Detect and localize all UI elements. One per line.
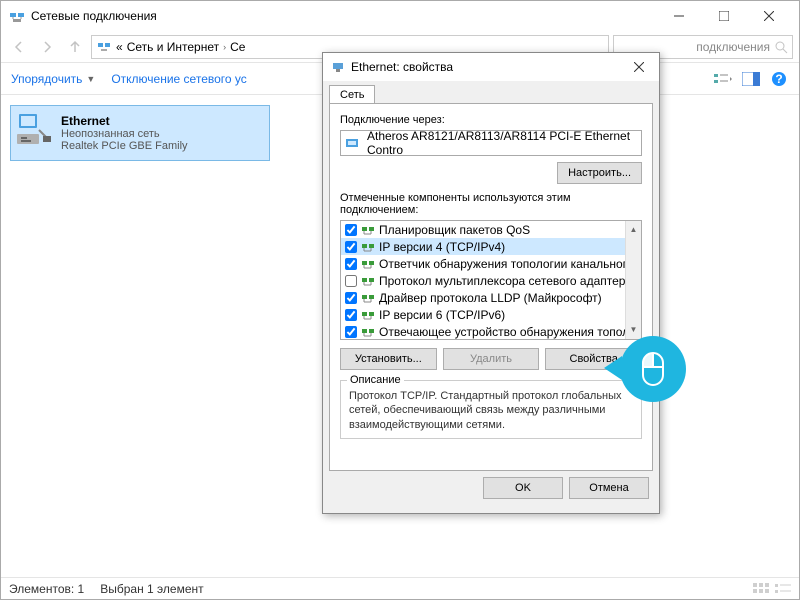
close-button[interactable]: [746, 2, 791, 30]
chevron-right-icon: ›: [223, 42, 226, 52]
component-label: Отвечающее устройство обнаружения тополо…: [379, 325, 641, 339]
breadcrumb-part2[interactable]: Се: [230, 40, 245, 54]
component-label: IP версии 6 (TCP/IPv6): [379, 308, 505, 322]
protocol-icon: [361, 292, 375, 304]
component-checkbox[interactable]: [345, 224, 357, 236]
mouse-hint-callout: [620, 336, 686, 402]
component-checkbox[interactable]: [345, 326, 357, 338]
dialog-close-button[interactable]: [627, 57, 651, 77]
breadcrumb-icon: [96, 39, 112, 55]
cancel-button[interactable]: Отмена: [569, 477, 649, 499]
component-label: Планировщик пакетов QoS: [379, 223, 530, 237]
component-checkbox[interactable]: [345, 292, 357, 304]
adapter-status: Неопознанная сеть: [61, 128, 188, 140]
ethernet-adapter-icon: [15, 110, 55, 150]
dialog-title: Ethernet: свойства: [351, 60, 627, 74]
adapter-device-box: Atheros AR8121/AR8113/AR8114 PCI-E Ether…: [340, 130, 642, 156]
component-checkbox[interactable]: [345, 309, 357, 321]
nic-icon: [345, 135, 361, 151]
component-row[interactable]: Отвечающее устройство обнаружения тополо…: [341, 323, 641, 339]
titlebar: Сетевые подключения: [1, 1, 799, 31]
component-row[interactable]: IP версии 6 (TCP/IPv6): [341, 306, 641, 323]
protocol-icon: [361, 275, 375, 287]
scroll-down-button[interactable]: ▼: [626, 321, 641, 337]
breadcrumb-prefix: «: [116, 40, 123, 54]
window-controls: [656, 2, 791, 30]
view-dropdown[interactable]: [713, 69, 733, 89]
component-label: Протокол мультиплексора сетевого адаптер…: [379, 274, 641, 288]
ethernet-icon: [331, 60, 345, 74]
component-row[interactable]: Планировщик пакетов QoS: [341, 221, 641, 238]
component-label: Драйвер протокола LLDP (Майкрософт): [379, 291, 602, 305]
svg-text:?: ?: [775, 72, 782, 86]
components-list[interactable]: Планировщик пакетов QoS IP версии 4 (TCP/…: [340, 220, 642, 340]
description-legend: Описание: [347, 374, 404, 386]
component-label: Ответчик обнаружения топологии канальног…: [379, 257, 641, 271]
remove-button: Удалить: [443, 348, 540, 370]
component-label: IP версии 4 (TCP/IPv4): [379, 240, 505, 254]
ethernet-properties-dialog: Ethernet: свойства Сеть Подключение чере…: [322, 52, 660, 514]
description-text: Протокол TCP/IP. Стандартный протокол гл…: [349, 389, 633, 432]
breadcrumb-part1[interactable]: Сеть и Интернет: [127, 40, 219, 54]
disable-device-button[interactable]: Отключение сетевого ус: [111, 72, 246, 86]
selection-count: Выбран 1 элемент: [100, 582, 203, 596]
search-icon: [774, 40, 788, 54]
help-button[interactable]: ?: [769, 69, 789, 89]
search-placeholder: подключения: [696, 40, 770, 54]
minimize-button[interactable]: [656, 2, 701, 30]
description-group: Описание Протокол TCP/IP. Стандартный пр…: [340, 380, 642, 439]
adapter-device: Realtek PCIe GBE Family: [61, 140, 188, 152]
adapter-ethernet[interactable]: Ethernet Неопознанная сеть Realtek PCIe …: [10, 105, 270, 161]
window-title: Сетевые подключения: [31, 9, 656, 23]
scroll-up-button[interactable]: ▲: [626, 221, 641, 237]
back-button[interactable]: [7, 35, 31, 59]
adapter-name: Ethernet: [61, 114, 188, 128]
view-large-icon[interactable]: [775, 583, 791, 595]
components-label: Отмеченные компоненты используются этим …: [340, 192, 642, 216]
view-details-icon[interactable]: [753, 583, 769, 595]
protocol-icon: [361, 258, 375, 270]
up-button[interactable]: [63, 35, 87, 59]
install-button[interactable]: Установить...: [340, 348, 437, 370]
scrollbar[interactable]: ▲ ▼: [625, 221, 641, 339]
component-row[interactable]: IP версии 4 (TCP/IPv4): [341, 238, 641, 255]
connect-via-label: Подключение через:: [340, 114, 642, 126]
component-row[interactable]: Протокол мультиплексора сетевого адаптер…: [341, 272, 641, 289]
protocol-icon: [361, 241, 375, 253]
network-icon: [9, 8, 25, 24]
component-row[interactable]: Драйвер протокола LLDP (Майкрософт): [341, 289, 641, 306]
adapter-text: Ethernet Неопознанная сеть Realtek PCIe …: [61, 110, 188, 156]
forward-button[interactable]: [35, 35, 59, 59]
component-checkbox[interactable]: [345, 258, 357, 270]
chevron-down-icon: ▼: [86, 74, 95, 84]
mouse-icon: [635, 349, 671, 389]
protocol-icon: [361, 309, 375, 321]
dialog-body: Подключение через: Atheros AR8121/AR8113…: [329, 103, 653, 471]
component-row[interactable]: Ответчик обнаружения топологии канальног…: [341, 255, 641, 272]
statusbar: Элементов: 1 Выбран 1 элемент: [1, 577, 799, 599]
ok-button[interactable]: OK: [483, 477, 563, 499]
configure-button[interactable]: Настроить...: [557, 162, 642, 184]
protocol-icon: [361, 224, 375, 236]
dialog-titlebar: Ethernet: свойства: [323, 53, 659, 81]
component-checkbox[interactable]: [345, 241, 357, 253]
dialog-tabs: Сеть: [323, 81, 659, 103]
tab-network[interactable]: Сеть: [329, 85, 375, 104]
component-checkbox[interactable]: [345, 275, 357, 287]
protocol-icon: [361, 326, 375, 338]
preview-pane-button[interactable]: [741, 69, 761, 89]
adapter-device-name: Atheros AR8121/AR8113/AR8114 PCI-E Ether…: [367, 129, 637, 157]
organize-menu[interactable]: Упорядочить ▼: [11, 72, 95, 86]
item-count: Элементов: 1: [9, 582, 84, 596]
maximize-button[interactable]: [701, 2, 746, 30]
